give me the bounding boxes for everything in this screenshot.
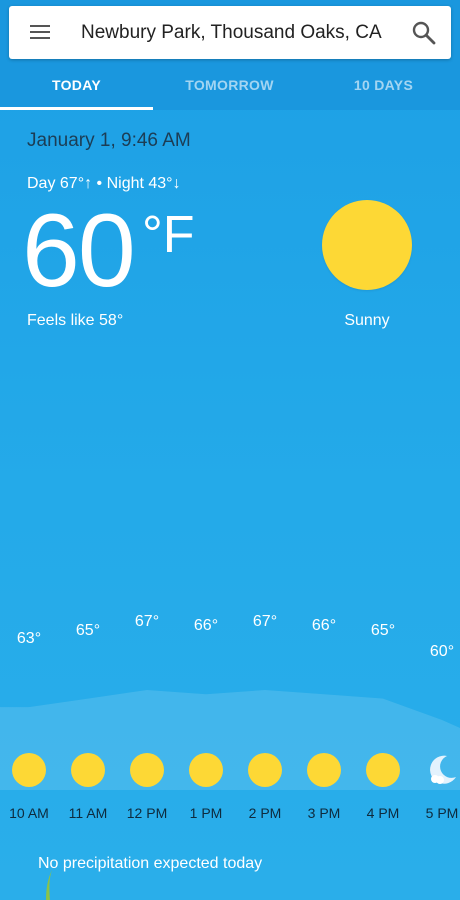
hour-temperature: 63° [16,630,42,648]
feels-like: Feels like 58° [27,312,124,329]
hour-time: 3 PM [307,805,341,821]
tab-tomorrow[interactable]: TOMORROW [153,62,306,110]
hour-temperature: 66° [311,617,337,635]
hour-time: 5 PM [425,805,459,821]
sun-icon [307,753,341,787]
sun-icon [322,200,412,290]
condition-label: Sunny [344,312,390,329]
grass-icon [46,870,52,900]
hour-time: 2 PM [248,805,282,821]
search-box[interactable]: Newbury Park, Thousand Oaks, CA [9,6,451,59]
search-icon[interactable] [409,18,439,48]
day-night-temps: Day 67°↑ • Night 43°↓ [27,175,181,192]
current-temperature: 60 [22,193,136,309]
hour-time: 10 AM [9,805,49,821]
hour-time: 11 AM [68,805,108,821]
menu-icon[interactable] [27,20,53,44]
hourly-forecast: 63° 10 AM 65° 11 AM 67° 12 PM 66° 1 PM 67° 2 PM 66… [0,613,460,860]
hour-temperature: 65° [75,621,101,639]
tab-10-days[interactable]: 10 DAYS [307,62,460,110]
precipitation-note: No precipitation expected today [38,855,263,872]
hour-temperature: 67° [252,613,278,630]
hour-time: 4 PM [366,805,400,821]
temperature-unit: °F [142,206,195,264]
tab-today[interactable]: TODAY [0,62,153,110]
hour-time: 1 PM [189,805,223,821]
moon-icon [425,753,459,787]
hour-time: 12 PM [126,805,168,821]
sun-icon [248,753,282,787]
sun-icon [189,753,223,787]
forecast-tabs: TODAY TOMORROW 10 DAYS [0,62,460,110]
top-bar: Newbury Park, Thousand Oaks, CA TODAY TO… [0,0,460,110]
sun-icon [130,753,164,787]
sun-icon [71,753,105,787]
hour-temperature: 65° [370,621,396,639]
sun-icon [12,753,46,787]
hour-temperature: 66° [193,617,219,635]
current-datetime: January 1, 9:46 AM [27,130,191,151]
hour-temperature: 60° [429,643,455,660]
sun-icon [366,753,400,787]
location-text[interactable]: Newbury Park, Thousand Oaks, CA [81,22,401,44]
hour-temperature: 67° [134,613,160,630]
active-tab-indicator [0,107,153,110]
